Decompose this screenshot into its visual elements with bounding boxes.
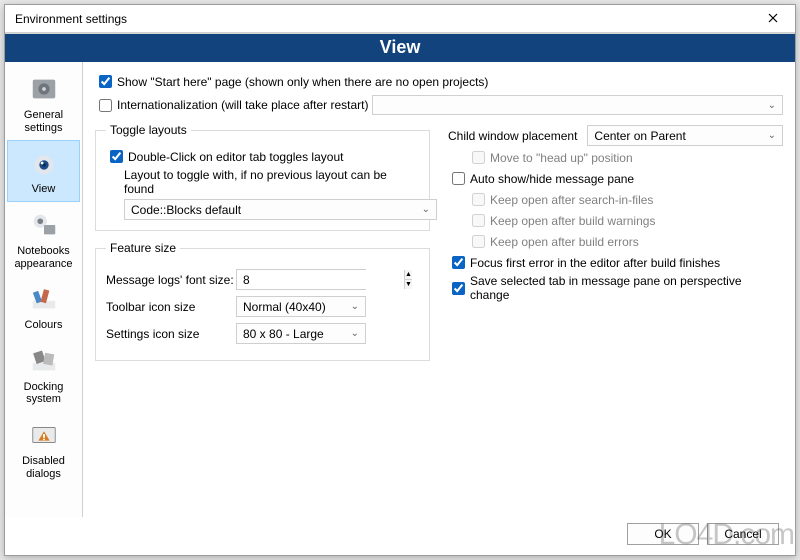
left-column: Toggle layouts Double-Click on editor ta…	[95, 123, 430, 371]
keep-err-checkbox	[472, 235, 485, 248]
keep-err-row: Keep open after build errors	[468, 232, 783, 251]
close-button[interactable]	[751, 5, 795, 33]
move-head-up-label: Move to "head up" position	[490, 151, 633, 165]
msg-font-size-label: Message logs' font size:	[106, 273, 236, 287]
keep-err-label: Keep open after build errors	[490, 235, 639, 249]
move-head-up-row: Move to "head up" position	[468, 148, 783, 167]
chevron-down-icon: ⌄	[422, 204, 430, 215]
show-start-here-checkbox[interactable]	[99, 75, 112, 88]
toolbar-size-value: Normal (40x40)	[243, 300, 326, 314]
auto-show-hide-checkbox[interactable]	[452, 172, 465, 185]
paint-icon	[27, 282, 61, 316]
settings-icon-size-value: 80 x 80 - Large	[243, 327, 324, 341]
cancel-button[interactable]: Cancel	[707, 523, 779, 545]
ok-button[interactable]: OK	[627, 523, 699, 545]
sidebar-item-label: Docking system	[7, 381, 80, 406]
chevron-down-icon: ⌄	[351, 328, 359, 339]
save-tab-checkbox[interactable]	[452, 282, 465, 295]
show-start-here-label: Show "Start here" page (shown only when …	[117, 75, 488, 89]
feature-size-legend: Feature size	[106, 241, 180, 255]
sidebar-item-label: Notebooks appearance	[7, 245, 80, 270]
dblclick-toggle-row[interactable]: Double-Click on editor tab toggles layou…	[106, 147, 419, 166]
save-tab-row[interactable]: Save selected tab in message pane on per…	[448, 274, 783, 302]
toolbar-size-select[interactable]: Normal (40x40) ⌄	[236, 296, 366, 317]
child-placement-label: Child window placement	[448, 129, 577, 143]
dock-icon	[27, 344, 61, 378]
toggle-layouts-legend: Toggle layouts	[106, 123, 191, 137]
sidebar-item-label: General settings	[7, 109, 80, 134]
fallback-layout-select[interactable]: Code::Blocks default ⌄	[124, 199, 437, 220]
sidebar-item-label: Disabled dialogs	[7, 455, 80, 480]
auto-show-hide-row[interactable]: Auto show/hide message pane	[448, 169, 783, 188]
swatch-icon	[27, 208, 61, 242]
sidebar-item-disabled-dialogs[interactable]: Disabled dialogs	[5, 412, 82, 486]
page-title: View	[5, 33, 795, 62]
sidebar-item-docking-system[interactable]: Docking system	[5, 338, 82, 412]
gear-box-icon	[27, 72, 61, 106]
msg-font-size-spinner[interactable]: ▲ ▼	[236, 269, 366, 290]
settings-icon-size-row: Settings icon size 80 x 80 - Large ⌄	[106, 323, 419, 344]
settings-icon-size-select[interactable]: 80 x 80 - Large ⌄	[236, 323, 366, 344]
sidebar-item-colours[interactable]: Colours	[5, 276, 82, 338]
internationalization-label: Internationalization (will take place af…	[117, 98, 368, 112]
msg-font-size-row: Message logs' font size: ▲ ▼	[106, 269, 419, 290]
toolbar-size-label: Toolbar icon size	[106, 300, 236, 314]
keep-search-row: Keep open after search-in-files	[468, 190, 783, 209]
chevron-down-icon: ⌄	[768, 130, 776, 141]
main-panel: Show "Start here" page (shown only when …	[83, 62, 795, 517]
chevron-down-icon: ⌄	[768, 100, 776, 111]
auto-show-hide-label: Auto show/hide message pane	[470, 172, 634, 186]
dialog-warning-icon	[27, 418, 61, 452]
settings-icon-size-label: Settings icon size	[106, 327, 236, 341]
close-icon	[768, 12, 778, 26]
sidebar[interactable]: General settings View Notebooks appearan…	[5, 62, 83, 517]
settings-window: Environment settings View General settin…	[4, 4, 796, 556]
sidebar-item-notebooks-appearance[interactable]: Notebooks appearance	[5, 202, 82, 276]
msg-font-size-input[interactable]	[237, 270, 404, 289]
keep-warn-label: Keep open after build warnings	[490, 214, 655, 228]
dblclick-toggle-label: Double-Click on editor tab toggles layou…	[128, 150, 343, 164]
focus-first-error-label: Focus first error in the editor after bu…	[470, 256, 720, 270]
internationalization-select[interactable]: ⌄	[372, 95, 783, 115]
focus-first-error-checkbox[interactable]	[452, 256, 465, 269]
dblclick-toggle-checkbox[interactable]	[110, 150, 123, 163]
child-placement-select[interactable]: Center on Parent ⌄	[587, 125, 783, 146]
chevron-down-icon: ⌄	[351, 301, 359, 312]
child-placement-row: Child window placement Center on Parent …	[448, 125, 783, 146]
keep-search-checkbox	[472, 193, 485, 206]
internationalization-row: Internationalization (will take place af…	[95, 95, 783, 115]
move-head-up-checkbox	[472, 151, 485, 164]
show-start-here-row[interactable]: Show "Start here" page (shown only when …	[95, 72, 783, 91]
eye-icon	[27, 146, 61, 180]
child-placement-value: Center on Parent	[594, 129, 685, 143]
keep-warn-row: Keep open after build warnings	[468, 211, 783, 230]
sidebar-item-label: View	[32, 183, 56, 196]
fallback-layout-label: Layout to toggle with, if no previous la…	[124, 168, 419, 196]
window-title: Environment settings	[15, 12, 751, 26]
spinner-down-icon[interactable]: ▼	[405, 280, 412, 289]
feature-size-group: Feature size Message logs' font size: ▲ …	[95, 241, 430, 361]
toolbar-size-row: Toolbar icon size Normal (40x40) ⌄	[106, 296, 419, 317]
focus-first-error-row[interactable]: Focus first error in the editor after bu…	[448, 253, 783, 272]
internationalization-checkbox[interactable]	[99, 99, 112, 112]
toggle-layouts-group: Toggle layouts Double-Click on editor ta…	[95, 123, 430, 231]
spinner-up-icon[interactable]: ▲	[405, 270, 412, 280]
sidebar-item-general-settings[interactable]: General settings	[5, 66, 82, 140]
save-tab-label: Save selected tab in message pane on per…	[470, 274, 783, 302]
keep-search-label: Keep open after search-in-files	[490, 193, 653, 207]
titlebar: Environment settings	[5, 5, 795, 33]
dialog-footer: OK Cancel	[5, 517, 795, 555]
keep-warn-checkbox	[472, 214, 485, 227]
fallback-layout-value: Code::Blocks default	[131, 203, 241, 217]
sidebar-item-view[interactable]: View	[7, 140, 80, 202]
right-column: Child window placement Center on Parent …	[448, 123, 783, 371]
sidebar-item-label: Colours	[25, 319, 63, 332]
